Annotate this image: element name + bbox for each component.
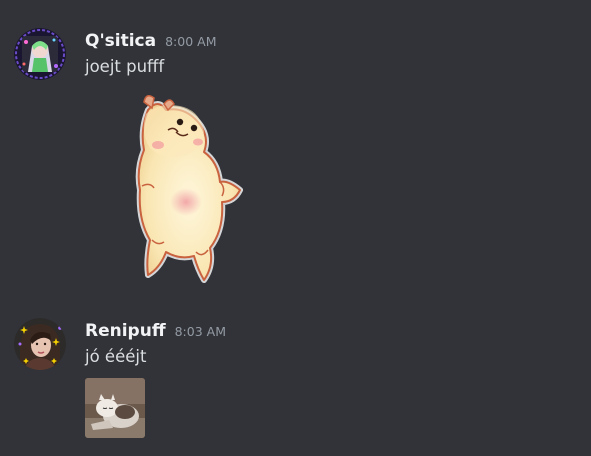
user-avatar[interactable]: [14, 28, 66, 80]
anime-character-avatar-icon: [14, 28, 66, 80]
username[interactable]: Renipuff: [85, 318, 166, 344]
sticker-attachment[interactable]: [118, 90, 253, 285]
sleepy-cat-gif-icon: [85, 378, 145, 438]
message-text: jó éééjt: [85, 347, 147, 366]
chat-message-list: Q'sitica 8:00 AM joejt pufff Renipuff 8:…: [0, 0, 591, 456]
gif-attachment[interactable]: [85, 378, 145, 438]
username[interactable]: Q'sitica: [85, 28, 156, 54]
message-text: joejt pufff: [85, 57, 165, 76]
timestamp[interactable]: 8:03 AM: [175, 319, 226, 345]
sparkle-portrait-avatar-icon: [14, 318, 66, 370]
message-header: Q'sitica 8:00 AM: [85, 28, 217, 54]
message-header: Renipuff 8:03 AM: [85, 318, 226, 344]
dancing-creature-sticker-icon: [135, 95, 243, 283]
timestamp[interactable]: 8:00 AM: [165, 29, 216, 55]
user-avatar[interactable]: [14, 318, 66, 370]
